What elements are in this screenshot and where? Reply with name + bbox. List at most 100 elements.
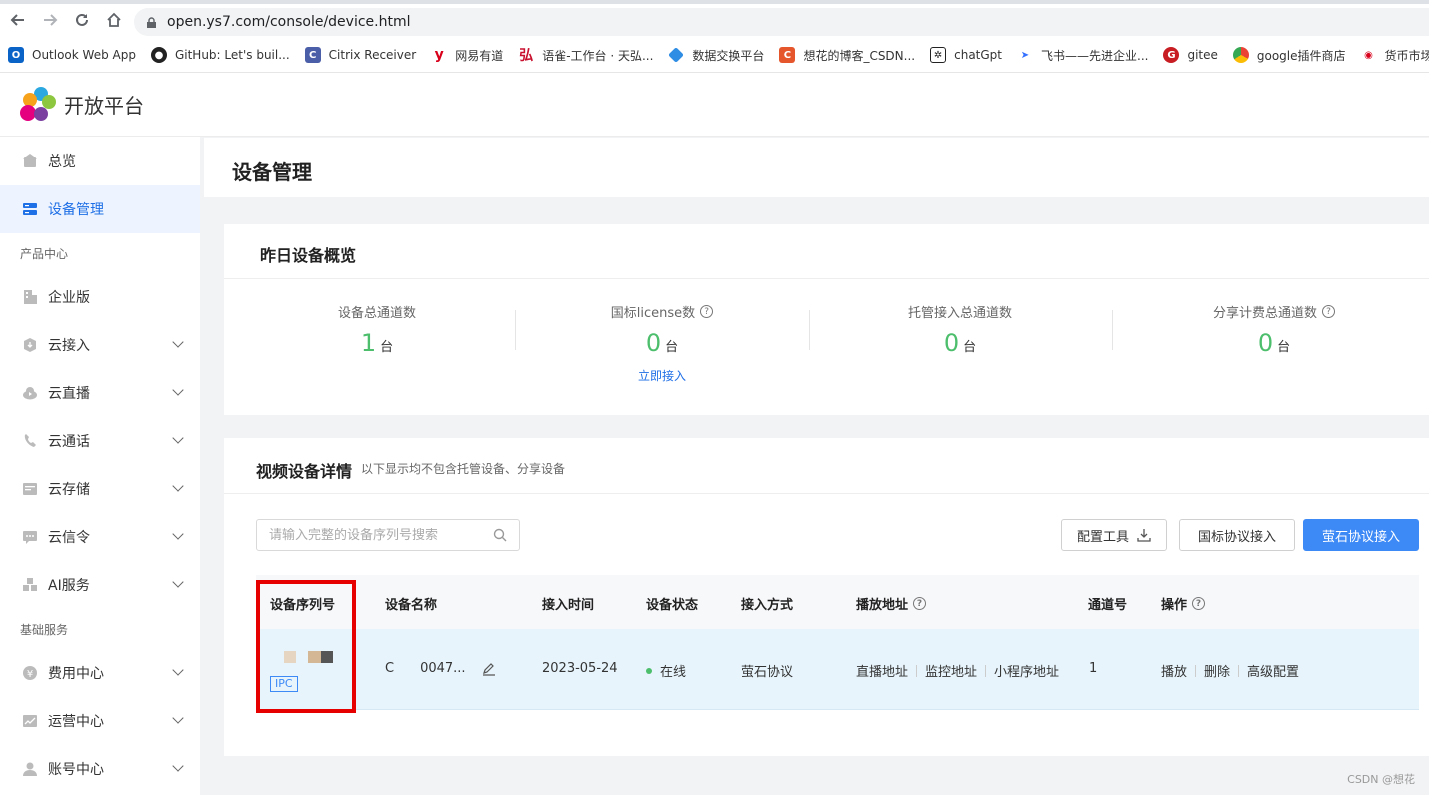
monitor-url-link[interactable]: 监控地址 [925, 661, 977, 680]
col-method: 接入方式 [741, 598, 794, 613]
page-header: 设备管理 [204, 138, 1429, 197]
chevron-down-icon [172, 664, 184, 676]
access-method: 萤石协议 [741, 665, 794, 680]
sidebar-item-overview[interactable]: 总览 [0, 137, 200, 185]
help-icon[interactable]: ? [700, 305, 714, 318]
table-row: IPC C 0047... 2023-05-24 在线 萤石协议 直播地址 监控… [256, 629, 1419, 710]
live-url-link[interactable]: 直播地址 [856, 661, 908, 680]
stat-value: 0 [1257, 329, 1274, 357]
chevron-down-icon [172, 760, 184, 772]
sidebar-item-operations[interactable]: 运营中心 [0, 697, 200, 745]
reload-icon[interactable] [66, 4, 98, 36]
bookmark-citrix[interactable]: C Citrix Receiver [304, 47, 416, 63]
search-box [256, 519, 520, 551]
youdao-icon: y [431, 47, 448, 63]
bookmark-gitee[interactable]: Ggitee [1163, 47, 1218, 63]
sidebar-group-basic: 基础服务 [20, 622, 69, 637]
col-status: 设备状态 [646, 598, 699, 613]
delete-button[interactable]: 删除 [1204, 661, 1230, 680]
edit-icon[interactable] [482, 662, 496, 676]
play-button[interactable]: 播放 [1161, 661, 1187, 680]
chart-icon [22, 713, 38, 729]
divider [916, 664, 918, 677]
ai-icon [22, 577, 38, 593]
watermark: CSDN @想花 [1347, 773, 1415, 786]
chevron-down-icon [172, 480, 184, 492]
bookmark-csdn[interactable]: C 想花的博客_CSDN... [779, 47, 915, 64]
sidebar-item-enterprise[interactable]: 企业版 [0, 273, 200, 321]
chrome-icon [1232, 47, 1249, 63]
yen-icon: ¥ [22, 665, 38, 681]
access-time: 2023-05-24 [542, 661, 618, 676]
sidebar-item-cloud-access[interactable]: 云接入 [0, 321, 200, 369]
help-icon[interactable]: ? [1322, 305, 1335, 318]
row-actions: 播放 删除 高级配置 [1161, 661, 1299, 680]
stat-hosted-channels: 托管接入总通道数 0台 [907, 306, 1012, 357]
bookmark-feishu[interactable]: ➤ 飞书——先进企业... [1017, 47, 1148, 64]
address-bar[interactable]: open.ys7.com/console/device.html [134, 8, 1429, 36]
col-channel: 通道号 [1088, 598, 1128, 613]
access-now-link[interactable]: 立即接入 [512, 367, 812, 384]
bookmark-youdao[interactable]: y 网易有道 [431, 47, 503, 64]
channel-number: 1 [1089, 661, 1098, 676]
back-icon[interactable] [2, 4, 34, 36]
search-input[interactable] [269, 527, 489, 543]
sidebar-item-cloud-live[interactable]: 云直播 [0, 369, 200, 417]
ys-access-button[interactable]: 萤石协议接入 [1303, 519, 1419, 551]
stat-unit: 台 [665, 340, 679, 355]
bookmark-data-exchange[interactable]: 数据交换平台 [668, 47, 764, 64]
message-icon [22, 529, 38, 545]
stat-value: 1 [360, 329, 377, 357]
forward-icon[interactable] [34, 4, 66, 36]
home-browser-icon[interactable] [98, 4, 130, 36]
annotation-highlight-box [256, 580, 356, 713]
divider [985, 664, 987, 677]
svg-text:¥: ¥ [27, 669, 33, 680]
sidebar-item-billing[interactable]: ¥ 费用中心 [0, 649, 200, 697]
lock-icon [147, 16, 156, 28]
csdn-icon: C [779, 47, 796, 63]
divider [1238, 664, 1240, 677]
cloud-live-icon [22, 385, 38, 401]
bookmark-github[interactable]: ● GitHub: Let's buil... [150, 47, 290, 63]
download-icon [1137, 529, 1151, 542]
col-play: 播放地址? [856, 594, 927, 613]
sidebar-item-account[interactable]: 账号中心 [0, 745, 200, 793]
help-icon[interactable]: ? [913, 597, 927, 610]
sidebar-group-product: 产品中心 [20, 246, 69, 261]
github-icon: ● [150, 47, 167, 63]
col-actions: 操作? [1161, 594, 1206, 613]
divider [224, 493, 1429, 494]
search-icon[interactable] [493, 528, 507, 542]
sidebar: 总览 设备管理 产品中心 企业版 云接入 云直播 云通话 云存储 云信令 AI服… [0, 137, 200, 795]
user-icon [22, 761, 38, 777]
config-tool-button[interactable]: 配置工具 [1061, 519, 1167, 551]
bookmark-chatgpt[interactable]: ✲ chatGpt [930, 47, 1002, 63]
col-name: 设备名称 [385, 598, 438, 613]
brand-name: 开放平台 [64, 94, 144, 118]
sidebar-item-cloud-storage[interactable]: 云存储 [0, 465, 200, 513]
sidebar-item-ai-service[interactable]: AI服务 [0, 561, 200, 609]
sidebar-item-device-management[interactable]: 设备管理 [0, 185, 200, 233]
weibo-icon: ◉ [1360, 47, 1377, 63]
device-detail-card: 视频设备详情 以下显示均不包含托管设备、分享设备 配置工具 国标协议接入 萤石协… [224, 438, 1429, 756]
bookmark-weibo[interactable]: ◉货币市场I [1360, 47, 1429, 64]
citrix-icon: C [304, 47, 321, 63]
bookmark-outlook[interactable]: O Outlook Web App [8, 47, 136, 63]
sidebar-item-cloud-signal[interactable]: 云信令 [0, 513, 200, 561]
online-dot-icon [646, 667, 652, 674]
brand-logo-icon[interactable] [20, 86, 56, 123]
miniapp-url-link[interactable]: 小程序地址 [994, 661, 1059, 680]
stat-value: 0 [645, 329, 662, 357]
bookmark-yuque[interactable]: 弘语雀-工作台 · 天弘... [518, 47, 653, 64]
sidebar-item-cloud-call[interactable]: 云通话 [0, 417, 200, 465]
advanced-config-button[interactable]: 高级配置 [1247, 661, 1299, 680]
chevron-down-icon [172, 336, 184, 348]
bookmark-chrome-store[interactable]: google插件商店 [1232, 47, 1346, 64]
device-status: 在线 [646, 661, 686, 680]
help-icon[interactable]: ? [1192, 597, 1206, 610]
diamond-icon [668, 47, 685, 63]
stat-gb-license: 国标license数? 0台 立即接入 [512, 302, 812, 384]
divider [1195, 664, 1197, 677]
gb-access-button[interactable]: 国标协议接入 [1179, 519, 1295, 551]
